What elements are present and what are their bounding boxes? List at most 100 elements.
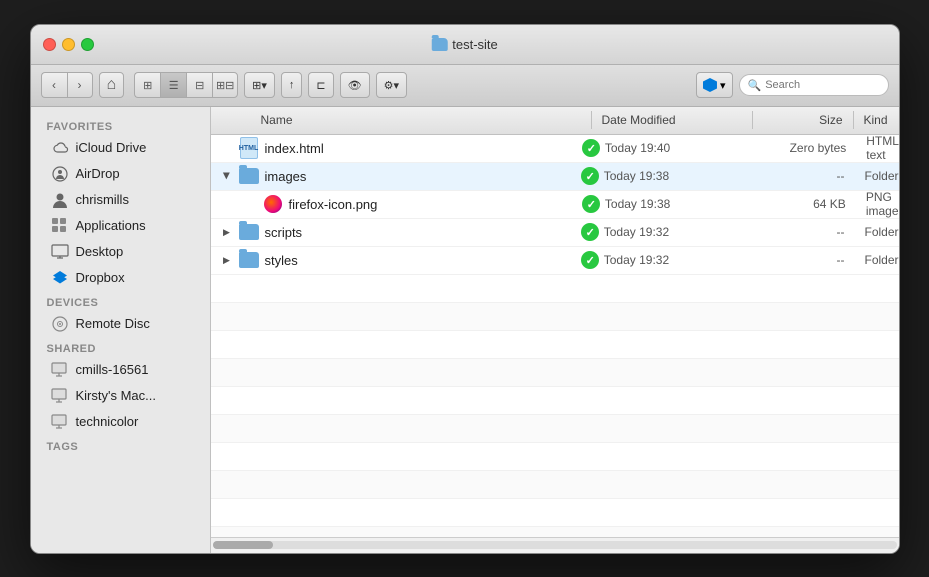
kirsty-label: Kirsty's Mac... xyxy=(76,388,157,403)
share-icon: ↑ xyxy=(289,79,295,91)
desktop-label: Desktop xyxy=(76,244,124,259)
coverflow-view-button[interactable]: ⊞⊟ xyxy=(212,72,238,98)
check-icon: ✓ xyxy=(581,167,599,185)
home-icon: ⌂ xyxy=(107,76,117,94)
file-row-empty xyxy=(211,275,899,303)
horizontal-scrollbar[interactable] xyxy=(211,537,899,553)
minimize-button[interactable] xyxy=(62,38,75,51)
label-button[interactable]: ⊏ xyxy=(308,72,333,98)
arrange-button[interactable]: ⊞ ▾ xyxy=(244,72,275,98)
file-row-empty xyxy=(211,303,899,331)
check-icon: ✓ xyxy=(581,223,599,241)
file-name-cell: ▶ firefox-icon.png xyxy=(211,194,578,214)
file-date: Today 19:38 xyxy=(605,197,759,211)
file-name: styles xyxy=(265,253,298,268)
sidebar-item-remotedisc[interactable]: Remote Disc xyxy=(35,311,206,337)
html-file-icon: HTML xyxy=(239,138,259,158)
folder-styles-icon xyxy=(239,250,259,270)
file-row[interactable]: ▶ firefox-icon.png ✓ Today 19:38 64 KB P… xyxy=(211,191,899,219)
col-name-header[interactable]: Name xyxy=(211,113,591,127)
firefox-file-icon xyxy=(263,194,283,214)
icon-view-button[interactable]: ⊞ xyxy=(134,72,160,98)
close-button[interactable] xyxy=(43,38,56,51)
list-view-icon: ☰ xyxy=(169,79,179,92)
forward-button[interactable]: › xyxy=(67,72,93,98)
search-box[interactable]: 🔍 xyxy=(739,74,889,96)
folder-scripts xyxy=(239,224,259,240)
back-icon: ‹ xyxy=(52,78,56,92)
file-row[interactable]: ▶ scripts ✓ Today 19:32 -- Folder xyxy=(211,219,899,247)
sidebar-item-cmills[interactable]: cmills-16561 xyxy=(35,357,206,383)
dropbox-button[interactable]: ▾ xyxy=(696,72,733,98)
col-kind-header[interactable]: Kind xyxy=(854,113,899,127)
col-date-header[interactable]: Date Modified xyxy=(592,113,752,127)
monitor1-icon xyxy=(51,361,69,379)
file-row-empty xyxy=(211,415,899,443)
check-icon: ✓ xyxy=(582,195,600,213)
sidebar-item-technicolor[interactable]: technicolor xyxy=(35,409,206,435)
file-kind: HTML text xyxy=(856,135,898,163)
check-icon: ✓ xyxy=(581,251,599,269)
column-view-button[interactable]: ⊟ xyxy=(186,72,212,98)
sidebar-item-kirsty[interactable]: Kirsty's Mac... xyxy=(35,383,206,409)
view-buttons: ⊞ ☰ ⊟ ⊞⊟ xyxy=(134,72,238,98)
devices-label: Devices xyxy=(31,291,210,311)
share-button[interactable]: ↑ xyxy=(281,72,303,98)
icloud-label: iCloud Drive xyxy=(76,140,147,155)
sidebar-item-icloud[interactable]: iCloud Drive xyxy=(35,135,206,161)
title-folder-icon xyxy=(431,38,447,51)
folder-img-icon xyxy=(239,168,259,184)
remotedisc-label: Remote Disc xyxy=(76,316,150,331)
check-icon: ✓ xyxy=(582,139,600,157)
monitor3-icon xyxy=(51,413,69,431)
favorites-label: Favorites xyxy=(31,115,210,135)
maximize-button[interactable] xyxy=(81,38,94,51)
file-name-cell: ▶ scripts xyxy=(211,222,577,242)
col-size-header[interactable]: Size xyxy=(753,113,853,127)
html-icon: HTML xyxy=(240,137,258,159)
search-icon: 🔍 xyxy=(748,79,762,92)
dropbox-chevron: ▾ xyxy=(720,79,726,92)
action-button[interactable]: ⚙ ▾ xyxy=(376,72,407,98)
file-name-cell: ▶ HTML index.html xyxy=(211,138,578,158)
sidebar-item-dropbox[interactable]: Dropbox xyxy=(35,265,206,291)
file-name-cell: ▶ images xyxy=(211,166,577,186)
sidebar-item-chrismills[interactable]: chrismills xyxy=(35,187,206,213)
file-row[interactable]: ▶ styles ✓ Today 19:32 -- Folder xyxy=(211,247,899,275)
sidebar-item-desktop[interactable]: Desktop xyxy=(35,239,206,265)
firefox-icon xyxy=(264,195,282,213)
file-row[interactable]: ▶ HTML index.html ✓ Today 19:40 Zero byt… xyxy=(211,135,899,163)
chrismills-label: chrismills xyxy=(76,192,129,207)
column-view-icon: ⊟ xyxy=(195,79,204,92)
coverflow-icon: ⊞⊟ xyxy=(216,79,234,92)
search-input[interactable] xyxy=(765,79,879,91)
person-icon xyxy=(51,191,69,209)
expand-arrow[interactable]: ▶ xyxy=(221,170,233,182)
forward-icon: › xyxy=(78,78,82,92)
icloud-icon xyxy=(51,139,69,157)
expand-arrow[interactable]: ▶ xyxy=(221,226,233,238)
sidebar-item-airdrop[interactable]: AirDrop xyxy=(35,161,206,187)
folder-styles xyxy=(239,252,259,268)
file-row[interactable]: ▶ images ✓ Today 19:38 -- Folder xyxy=(211,163,899,191)
list-view-button[interactable]: ☰ xyxy=(160,72,186,98)
back-button[interactable]: ‹ xyxy=(41,72,67,98)
expand-arrow[interactable]: ▶ xyxy=(221,254,233,266)
status-icon: ✓ xyxy=(577,223,604,241)
file-date: Today 19:32 xyxy=(604,253,758,267)
home-button[interactable]: ⌂ xyxy=(99,72,125,98)
label-icon: ⊏ xyxy=(316,79,325,92)
file-kind: Folder xyxy=(854,225,898,239)
folder-scripts-icon xyxy=(239,222,259,242)
quicklook-button[interactable]: 👁 xyxy=(340,72,370,98)
remotedisc-icon xyxy=(51,315,69,333)
status-icon: ✓ xyxy=(577,167,604,185)
sidebar-item-applications[interactable]: Applications xyxy=(35,213,206,239)
folder-icon xyxy=(239,166,259,186)
eye-icon: 👁 xyxy=(348,79,362,92)
shared-label: Shared xyxy=(31,337,210,357)
airdrop-label: AirDrop xyxy=(76,166,120,181)
main-area: Favorites iCloud Drive AirDro xyxy=(31,107,899,553)
file-size: -- xyxy=(758,253,855,267)
scrollbar-thumb[interactable] xyxy=(213,541,273,549)
